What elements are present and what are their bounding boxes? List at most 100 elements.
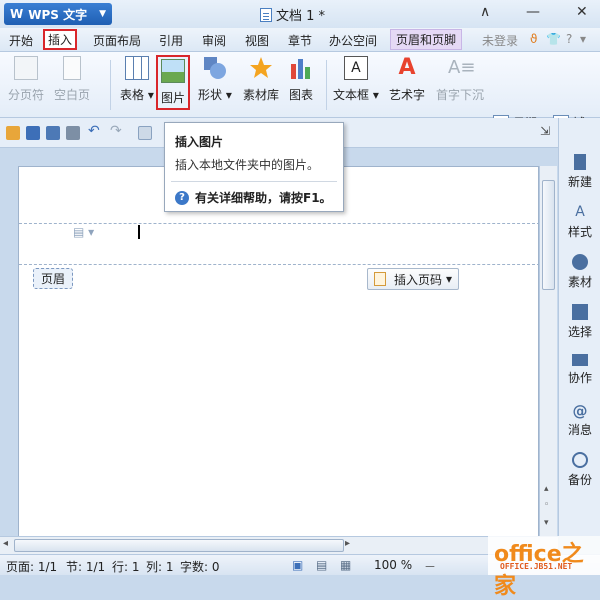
- prev-page-icon[interactable]: ◦: [544, 500, 549, 510]
- menu-bar: 开始 插入 页面布局 引用 审阅 视图 章节 办公空间 页眉和页脚 未登录 ϑ …: [0, 28, 600, 52]
- ribbon-divider: [326, 60, 327, 110]
- text-cursor: [138, 225, 140, 239]
- site-watermark: office之家 OFFICE.JB51.NET: [488, 536, 600, 599]
- page-view-icon[interactable]: ▣: [292, 558, 303, 572]
- document-page[interactable]: ▤ ▾ 页眉 插入页码 ▾: [18, 166, 540, 538]
- insert-page-number-button[interactable]: 插入页码 ▾: [367, 268, 460, 290]
- shapes-button[interactable]: 形状 ▾: [198, 56, 232, 103]
- status-page: 页面: 1/1: [6, 560, 58, 574]
- undo-icon[interactable]: ↶: [88, 123, 102, 139]
- open-icon[interactable]: [6, 126, 20, 140]
- side-new[interactable]: 新建: [559, 154, 600, 190]
- picture-button[interactable]: 图片: [156, 55, 191, 110]
- help-icon[interactable]: ?: [566, 32, 572, 46]
- blank-page-icon: [63, 56, 81, 80]
- side-select[interactable]: 选择: [559, 304, 600, 340]
- side-panel: 新建 A 样式 素材 选择 协作 @ 消息 备份: [558, 118, 600, 536]
- status-column: 列: 1: [146, 560, 174, 574]
- picture-icon: [161, 59, 185, 83]
- select-icon: [572, 304, 588, 320]
- chart-icon: [289, 56, 313, 80]
- panel-toggle-icon[interactable]: ⇲: [540, 124, 554, 138]
- window-title: 文档 1 *: [260, 5, 325, 24]
- horizontal-scroll-thumb[interactable]: [14, 539, 344, 552]
- side-backup[interactable]: 备份: [559, 452, 600, 488]
- shirt-icon[interactable]: 👕: [546, 32, 561, 46]
- wordart-icon: A: [398, 55, 416, 80]
- tooltip-description: 插入本地文件夹中的图片。: [175, 158, 320, 172]
- watermark-url: OFFICE.JB51.NET: [500, 562, 573, 571]
- app-name: WPS 文字: [28, 7, 88, 22]
- redo-icon[interactable]: ↷: [110, 123, 124, 139]
- status-wordcount: 字数: 0: [180, 560, 220, 574]
- close-button[interactable]: ✕: [576, 4, 588, 20]
- dropcap-icon: A≡: [448, 57, 476, 78]
- tab-view[interactable]: 视图: [242, 31, 272, 50]
- wps-logo: W: [10, 7, 24, 21]
- tab-home[interactable]: 开始: [6, 31, 36, 50]
- preview-icon[interactable]: [138, 126, 152, 140]
- page-options-icon[interactable]: ▤ ▾: [73, 225, 94, 239]
- help-icon: ?: [175, 190, 189, 205]
- horizontal-scrollbar[interactable]: ◂ ▸: [0, 536, 558, 554]
- document-icon: [260, 7, 272, 22]
- tab-header-footer[interactable]: 页眉和页脚: [390, 29, 463, 50]
- save-as-icon[interactable]: [46, 126, 60, 140]
- chevron-down-icon: ▼: [99, 9, 106, 19]
- header-region[interactable]: [19, 223, 540, 265]
- tab-office-space[interactable]: 办公空间: [326, 31, 380, 50]
- scroll-left-icon[interactable]: ◂: [3, 538, 8, 549]
- header-label: 页眉: [33, 268, 74, 289]
- chart-button[interactable]: 图表: [289, 56, 313, 103]
- picture-tooltip: 插入图片 插入本地文件夹中的图片。 ? 有关详细帮助，请按F1。: [164, 122, 344, 212]
- tab-references[interactable]: 引用: [156, 31, 186, 50]
- tooltip-title: 插入图片: [175, 135, 224, 149]
- save-icon[interactable]: [26, 126, 40, 140]
- backup-icon: [572, 452, 588, 468]
- tab-review[interactable]: 审阅: [199, 31, 229, 50]
- title-bar: W WPS 文字 ▼ 文档 1 * ∧ — ✕: [0, 0, 600, 28]
- outline-view-icon[interactable]: ▦: [340, 558, 351, 572]
- materials-icon: [572, 254, 588, 270]
- chevron-down-icon: ▾: [446, 272, 453, 286]
- scroll-right-icon[interactable]: ▸: [345, 538, 350, 549]
- side-styles[interactable]: A 样式: [559, 204, 600, 240]
- table-button[interactable]: 表格 ▾: [120, 56, 154, 103]
- vertical-scrollbar[interactable]: ▴ ◦ ▾: [539, 166, 557, 536]
- dropcap-button[interactable]: A≡ 首字下沉: [436, 56, 484, 103]
- textbox-button[interactable]: A 文本框 ▾: [333, 56, 379, 103]
- shapes-icon: [203, 56, 227, 80]
- skin-icon[interactable]: ϑ: [530, 32, 537, 46]
- tab-chapter[interactable]: 章节: [285, 31, 315, 50]
- side-messages[interactable]: @ 消息: [559, 402, 600, 438]
- login-link[interactable]: 未登录: [482, 32, 518, 49]
- chevron-down-icon[interactable]: ▾: [580, 32, 586, 46]
- wordart-button[interactable]: A 艺术字: [389, 56, 425, 103]
- collapse-ribbon-icon[interactable]: ∧: [480, 4, 490, 20]
- status-line: 行: 1: [112, 560, 140, 574]
- tab-insert[interactable]: 插入: [43, 29, 78, 50]
- scroll-down-icon[interactable]: ▾: [544, 518, 549, 528]
- app-menu-button[interactable]: W WPS 文字 ▼: [4, 3, 112, 25]
- web-view-icon[interactable]: ▤: [316, 558, 327, 572]
- table-icon: [124, 56, 149, 80]
- styles-icon: A: [575, 204, 585, 220]
- minimize-button[interactable]: —: [526, 4, 540, 20]
- tooltip-divider: [171, 181, 337, 182]
- tab-page-layout[interactable]: 页面布局: [90, 31, 144, 50]
- zoom-out-icon[interactable]: －: [424, 558, 436, 575]
- scroll-up-icon[interactable]: ▴: [544, 484, 549, 494]
- side-materials[interactable]: 素材: [559, 254, 600, 290]
- ribbon-divider: [110, 60, 111, 110]
- page-break-button[interactable]: 分页符: [8, 56, 44, 103]
- at-icon: @: [572, 402, 588, 420]
- clipart-button[interactable]: 素材库: [243, 56, 279, 103]
- tooltip-help: ? 有关详细帮助，请按F1。: [175, 189, 332, 206]
- print-icon[interactable]: [66, 126, 80, 140]
- blank-page-button[interactable]: 空白页: [54, 56, 90, 103]
- star-icon: [249, 56, 273, 80]
- zoom-level[interactable]: 100 %: [374, 558, 412, 572]
- side-collaborate[interactable]: 协作: [559, 354, 600, 386]
- status-section: 节: 1/1: [66, 560, 106, 574]
- vertical-scroll-thumb[interactable]: [542, 180, 555, 290]
